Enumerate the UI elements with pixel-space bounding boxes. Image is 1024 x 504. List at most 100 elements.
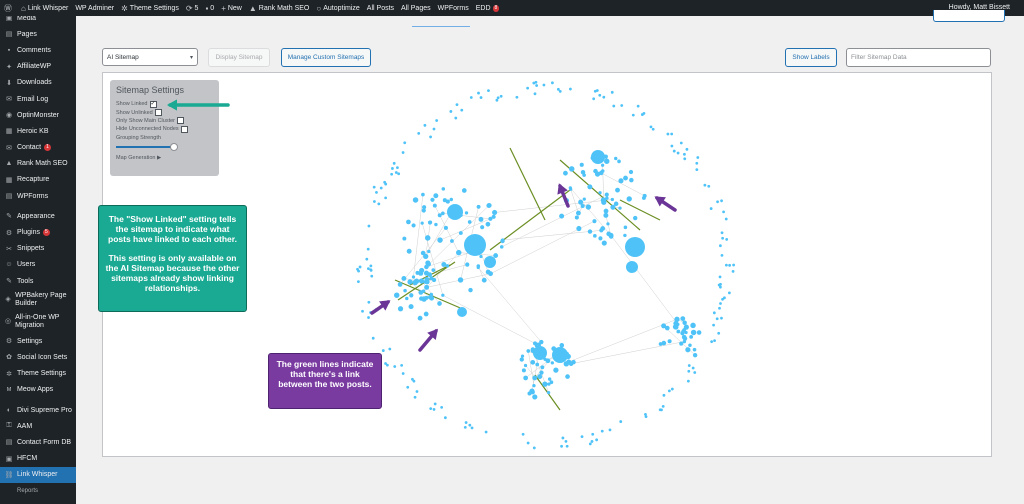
map-generation-toggle[interactable]: Map Generation ▶ [116,154,213,162]
graph-node [406,248,412,254]
graph-node [687,369,691,373]
graph-node [600,163,605,167]
graph-node [658,342,663,346]
graph-node [488,271,493,277]
graph-node [683,324,689,330]
graph-node [429,295,435,301]
graph-node [367,224,371,228]
graph-node [684,330,688,335]
graph-node [603,212,609,218]
graph-node [534,80,538,84]
graph-node [458,231,463,235]
graph-node [720,231,724,235]
graph-node [563,197,570,204]
graph-node [540,365,545,370]
option-label: Only Show Main Cluster [116,117,175,124]
graph-node [384,182,388,186]
graph-node [633,215,638,221]
graph-node [523,375,528,381]
graph-node [493,253,499,258]
graph-node [707,184,711,188]
callout-text: The "Show Linked" setting tells the site… [108,214,237,244]
graph-node [403,288,407,293]
graph-hub-node [484,256,496,268]
graph-node [481,277,487,283]
graph-node [580,435,584,439]
graph-node [617,159,621,164]
graph-node [558,89,562,93]
graph-edges [394,147,696,411]
graph-node [464,211,469,215]
graph-node [437,237,443,243]
graph-node [575,210,581,216]
settings-option: Show Unlinked [116,108,213,117]
graph-node [411,275,416,279]
graph-node [430,197,435,202]
option-checkbox[interactable] [154,109,162,117]
graph-node [414,278,420,284]
callout-text: This setting is only available on the AI… [105,253,240,293]
graph-edge [571,341,685,364]
graph-edge [478,267,542,343]
graph-node [719,302,722,305]
graph-node [642,193,647,198]
graph-node [710,340,714,344]
graph-node [593,168,598,174]
graph-node [443,225,448,230]
slider-handle[interactable] [170,142,178,151]
graph-node [610,197,614,202]
graph-node [367,316,370,319]
graph-node [689,334,694,339]
graph-node [681,329,685,334]
graph-node [500,238,505,244]
graph-node [580,203,585,209]
graph-node [720,199,723,203]
graph-node [390,172,394,176]
graph-node [680,316,686,321]
graph-node [598,236,603,241]
graph-node [526,86,530,90]
graph-node [499,94,503,98]
graph-edge [601,172,645,197]
graph-node [392,161,396,165]
graph-node [437,301,442,306]
graph-node [631,113,635,117]
graph-node [721,236,725,240]
graph-node [460,108,464,112]
sitemap-settings-panel: Sitemap Settings Show Linked ✓ Show Unlink… [110,80,219,176]
graph-node [560,444,563,448]
graph-node [431,268,436,272]
graph-node [530,360,536,365]
graph-node [603,208,609,214]
graph-node [424,276,430,282]
graph-node [409,293,414,298]
graph-node [679,141,683,145]
option-label: Show Unlinked [116,109,153,116]
graph-node [434,222,438,227]
graph-node [718,244,722,248]
callout-text: The green lines indicate that there's a … [276,359,374,389]
graph-hub-node [626,261,638,273]
graph-node [424,264,429,270]
option-checkbox[interactable] [177,117,184,125]
graph-node [715,317,719,321]
graph-node [429,407,433,411]
option-checkbox[interactable] [180,125,188,133]
grouping-strength-slider[interactable] [116,142,178,151]
graph-node [629,177,634,183]
graph-node [397,306,404,312]
graph-node [401,276,407,281]
graph-node [415,390,419,393]
graph-node [568,166,575,172]
graph-node [713,339,716,343]
graph-node [470,426,474,430]
graph-hub-node [464,234,486,256]
option-label: Show Linked [116,101,148,108]
graph-node [488,216,493,221]
graph-node [551,81,554,85]
graph-node [703,183,707,187]
graph-node [424,284,430,290]
option-checkbox[interactable]: ✓ [149,100,157,108]
graph-node [636,104,640,108]
graph-node [712,323,715,327]
